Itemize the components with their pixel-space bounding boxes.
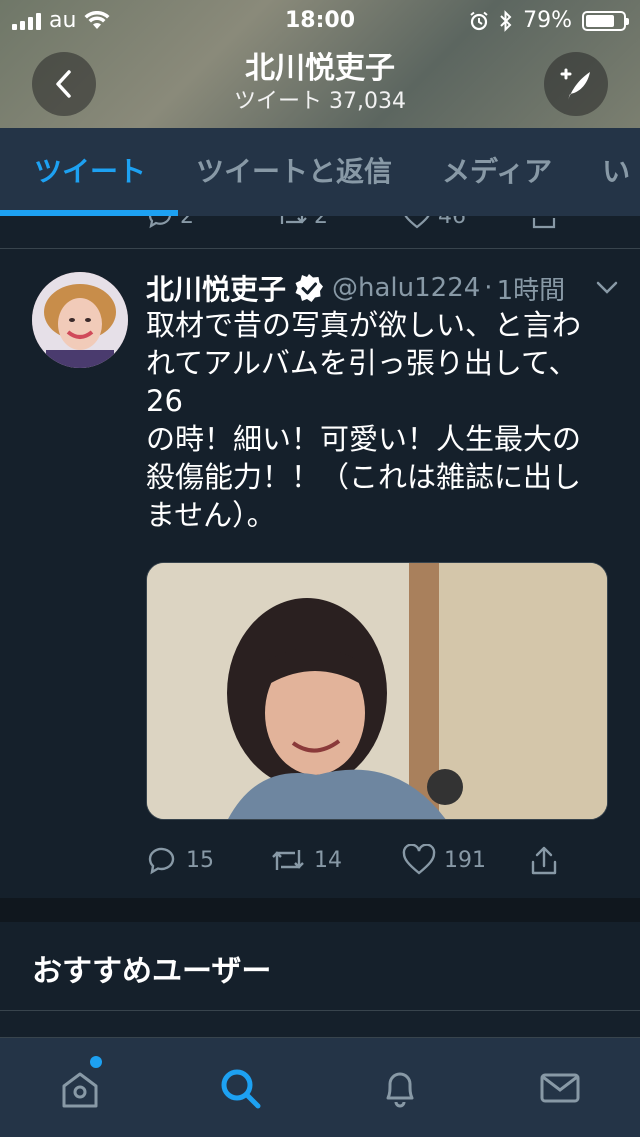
compose-quill-icon <box>560 68 590 100</box>
tweet-text: 取材で昔の写真が欲しい、と言わ れてアルバムを引っ張り出して、 26 の時！細い… <box>146 308 582 532</box>
heart-icon <box>402 844 436 875</box>
recommended-user-row[interactable] <box>0 1011 640 1037</box>
tweet-header: 北川悦吏子 @halu1224 · 1時間 <box>146 268 620 308</box>
tweet-card[interactable]: 北川悦吏子 @halu1224 · 1時間 取材で昔の写真が欲しい、と言わ れて… <box>0 250 640 899</box>
tweet-actions: 15 14 191 <box>146 844 626 880</box>
avatar-image <box>32 272 128 368</box>
battery-fill <box>586 14 614 27</box>
back-button[interactable] <box>32 52 96 116</box>
home-notification-dot <box>90 1056 102 1068</box>
profile-tabs: ツイート ツイートと返信 メディア い <box>0 128 640 216</box>
verified-badge-icon <box>295 274 324 302</box>
retweet-count: 14 <box>314 847 342 873</box>
search-tab[interactable] <box>214 1062 266 1114</box>
prev-reply-button[interactable]: 2 <box>146 216 194 230</box>
retweet-icon <box>280 216 307 224</box>
recommended-users-title: おすすめユーザー <box>32 954 272 989</box>
tweet-meta-separator: · <box>484 273 493 303</box>
retweet-button[interactable]: 14 <box>270 844 342 876</box>
retweet-icon <box>272 850 304 870</box>
home-tab[interactable] <box>54 1062 106 1114</box>
alarm-icon <box>470 11 488 30</box>
tweet-count: ツイート 37,034 <box>234 89 406 114</box>
tweet-timestamp: 1時間 <box>496 275 566 306</box>
tab-media[interactable]: メディア <box>417 128 577 216</box>
bluetooth-icon <box>500 9 512 32</box>
messages-tab[interactable] <box>534 1062 586 1114</box>
tweet-photo[interactable] <box>146 562 608 820</box>
previous-tweet-actions: 2 2 46 <box>0 216 640 249</box>
compose-tweet-button[interactable] <box>544 52 608 116</box>
tweet-author-handle[interactable]: @halu1224 <box>332 273 480 303</box>
home-icon <box>62 1072 98 1108</box>
search-icon <box>221 1069 261 1109</box>
reply-icon <box>148 216 171 229</box>
status-right: 79% <box>469 8 629 33</box>
prev-like-count: 46 <box>438 216 466 229</box>
tab-tweets[interactable]: ツイート <box>0 128 171 216</box>
profile-header: au 18:00 79% 北川悦吏子 ツイート 37,034 <box>0 0 640 128</box>
like-count: 191 <box>444 847 486 873</box>
page-title: 北川悦吏子 <box>245 51 395 86</box>
header-title-block: 北川悦吏子 ツイート 37,034 <box>120 50 520 116</box>
heart-icon <box>404 216 430 229</box>
prev-like-button[interactable]: 46 <box>402 216 466 230</box>
share-icon <box>532 218 556 229</box>
share-icon <box>531 846 557 875</box>
recommended-users-header: おすすめユーザー <box>0 922 640 1011</box>
reply-button[interactable]: 15 <box>146 844 214 876</box>
battery-icon <box>582 10 629 31</box>
messages-icon <box>540 1073 580 1103</box>
notifications-tab[interactable] <box>374 1062 426 1114</box>
status-bar: au 18:00 79% <box>0 0 640 40</box>
notifications-icon <box>386 1072 414 1108</box>
avatar[interactable] <box>32 272 128 368</box>
tweet-photo-image <box>147 563 607 819</box>
chevron-down-icon[interactable] <box>594 274 620 300</box>
tab-likes[interactable]: い <box>577 128 640 216</box>
prev-retweet-count: 2 <box>314 216 328 229</box>
tab-tweets-and-replies[interactable]: ツイートと返信 <box>171 128 417 216</box>
tweet-author-name[interactable]: 北川悦吏子 <box>146 268 286 308</box>
prev-reply-count: 2 <box>180 216 194 229</box>
like-button[interactable]: 191 <box>402 844 486 876</box>
battery-percent: 79% <box>523 8 572 33</box>
reply-count: 15 <box>186 847 214 873</box>
prev-share-button[interactable] <box>530 216 558 230</box>
back-arrow-icon <box>56 70 71 98</box>
bottom-tab-bar <box>0 1037 640 1137</box>
prev-retweet-button[interactable]: 2 <box>276 216 328 230</box>
reply-icon <box>148 847 175 875</box>
share-button[interactable] <box>528 844 560 876</box>
section-divider <box>0 898 640 922</box>
